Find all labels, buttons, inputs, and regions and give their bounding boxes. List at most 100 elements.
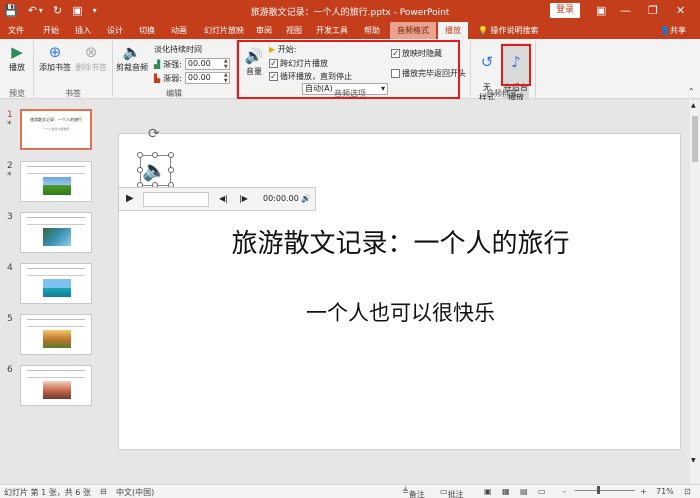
language-status[interactable]: 中文(中国): [116, 487, 154, 498]
audio-player-bar: ▶ ◀| |▶ 00:00.00 🔊: [118, 187, 316, 211]
tab-help[interactable]: 帮助: [360, 22, 384, 39]
zoom-out-button[interactable]: -: [563, 487, 566, 496]
slide-number: 3: [7, 212, 13, 222]
tab-developer[interactable]: 开发工具: [312, 22, 352, 39]
collapse-ribbon-icon[interactable]: ⌃: [688, 87, 695, 96]
slide-thumbnail-3[interactable]: [20, 212, 92, 253]
tab-home[interactable]: 开始: [38, 22, 64, 39]
group-separator: [112, 41, 113, 97]
tell-me-search[interactable]: 💡 操作说明搜索: [478, 22, 539, 39]
player-volume-icon[interactable]: 🔊: [301, 194, 311, 203]
share-button[interactable]: 👤共享: [660, 22, 686, 39]
status-bar: 幻灯片 第 1 张，共 6 张 ⊟ 中文(中国) ≜ 备注 ▭ 批注 ▣ ▦ ▤…: [0, 484, 700, 498]
lightbulb-icon: 💡: [478, 26, 488, 35]
window-title: 旅游散文记录：一个人的旅行.pptx - PowerPoint: [250, 8, 450, 18]
no-style-icon: ↺: [480, 53, 494, 71]
audio-progress-track[interactable]: [143, 192, 209, 207]
thumb-road-image: [43, 381, 71, 399]
group-separator: [535, 41, 536, 97]
resize-handle[interactable]: [168, 152, 174, 158]
spellcheck-icon[interactable]: ⊟: [100, 487, 107, 496]
remove-bookmark-button[interactable]: ⊗ 删除书签: [74, 43, 108, 73]
resize-handle[interactable]: [137, 152, 143, 158]
slideshow-view-icon[interactable]: ▭: [538, 487, 546, 496]
person-icon: 👤: [660, 26, 670, 35]
slide-number: 2: [7, 161, 13, 171]
player-play-icon[interactable]: ▶: [126, 193, 134, 204]
reading-view-icon[interactable]: ▤: [520, 487, 528, 496]
group-bookmarks-label: 书签: [65, 89, 81, 98]
tab-animations[interactable]: 动画: [166, 22, 192, 39]
slide-title[interactable]: 旅游散文记录：一个人的旅行: [119, 223, 682, 260]
player-forward-icon[interactable]: |▶: [239, 194, 248, 203]
fade-in-icon: ▟: [154, 59, 161, 69]
tab-review[interactable]: 审阅: [252, 22, 276, 39]
slide-sorter-icon[interactable]: ▦: [502, 487, 510, 496]
zoom-level[interactable]: 71%: [656, 487, 674, 496]
zoom-in-button[interactable]: +: [640, 487, 647, 496]
scroll-up-icon[interactable]: ▲: [691, 102, 696, 109]
title-bar: 💾 ↶ ▾ ↻ ▣ ▾ 旅游散文记录：一个人的旅行.pptx - PowerPo…: [0, 0, 700, 22]
login-button[interactable]: 登录: [550, 3, 580, 18]
tab-insert[interactable]: 插入: [70, 22, 96, 39]
background-play-highlight: [501, 44, 531, 86]
remove-bookmark-icon: ⊗: [84, 43, 98, 61]
thumb-house-image: [43, 330, 71, 348]
close-button[interactable]: ✕: [676, 3, 685, 18]
slide-number: 4: [7, 263, 13, 273]
restore-button[interactable]: ❐: [648, 3, 658, 18]
slide-thumbnail-6[interactable]: [20, 365, 92, 406]
zoom-slider-track[interactable]: [575, 490, 635, 491]
play-preview-button[interactable]: ▶ 播放: [4, 43, 30, 73]
add-bookmark-button[interactable]: ⊕ 添加书签: [38, 43, 72, 73]
slide-number: 5: [7, 314, 13, 324]
group-preview-label: 预览: [9, 89, 25, 98]
scroll-down-icon[interactable]: ▼: [691, 457, 696, 464]
player-time: 00:00.00: [263, 194, 299, 203]
rotate-handle-icon[interactable]: ⟳: [148, 126, 160, 142]
slide-thumbnail-1[interactable]: 旅游散文记录：一个人的旅行 一个人也可以很快乐: [20, 109, 92, 150]
tab-view[interactable]: 视图: [282, 22, 306, 39]
comments-button[interactable]: ▭ 批注: [440, 487, 464, 498]
resize-handle[interactable]: [168, 167, 174, 173]
thumb-text-lines: [27, 319, 85, 327]
thumb-title: 旅游散文记录：一个人的旅行: [30, 117, 82, 122]
tab-slideshow[interactable]: 幻灯片放映: [200, 22, 248, 39]
current-slide[interactable]: 旅游散文记录：一个人的旅行 一个人也可以很快乐: [118, 133, 681, 450]
scrollbar-thumb[interactable]: [692, 116, 698, 162]
fade-in-input[interactable]: 00.00: [184, 58, 230, 70]
tab-design[interactable]: 设计: [102, 22, 128, 39]
fade-out-row: ▙ 渐弱: 00.00: [154, 72, 230, 84]
audio-options-highlight: [237, 40, 460, 99]
tab-playback[interactable]: 播放: [438, 22, 468, 39]
thumb-text-lines: [27, 370, 85, 378]
fade-out-icon: ▙: [154, 73, 161, 83]
thumb-text-lines: [27, 217, 85, 225]
resize-handle[interactable]: [137, 167, 143, 173]
zoom-slider-handle[interactable]: [597, 486, 600, 494]
tab-audio-format[interactable]: 音频格式: [390, 22, 436, 39]
slide-subtitle[interactable]: 一个人也可以很快乐: [119, 297, 682, 327]
slide-thumbnail-5[interactable]: [20, 314, 92, 355]
minimize-button[interactable]: —: [620, 3, 631, 18]
group-separator: [33, 41, 34, 97]
resize-handle[interactable]: [152, 152, 158, 158]
ribbon-display-icon[interactable]: ▣: [596, 3, 606, 18]
slide-number: 1: [7, 110, 13, 120]
slide-animation-marker: *: [7, 120, 12, 130]
normal-view-icon[interactable]: ▣: [484, 487, 492, 496]
fade-out-input[interactable]: 00.00: [184, 72, 230, 84]
trim-audio-button[interactable]: 🔈 剪裁音频: [114, 43, 150, 73]
notes-button[interactable]: ≜ 备注: [402, 487, 425, 498]
fade-duration-title: 淡化持续时间: [154, 45, 202, 54]
add-bookmark-icon: ⊕: [48, 43, 62, 61]
group-editing-label: 编辑: [166, 89, 182, 98]
speaker-icon[interactable]: 🔈: [142, 157, 167, 183]
play-icon: ▶: [11, 43, 23, 61]
tab-file[interactable]: 文件: [4, 22, 28, 39]
slide-thumbnail-2[interactable]: [20, 161, 92, 202]
fit-slide-icon[interactable]: ⊡: [684, 487, 691, 496]
slide-thumbnail-4[interactable]: [20, 263, 92, 304]
player-back-icon[interactable]: ◀|: [219, 194, 228, 203]
tab-transitions[interactable]: 切换: [134, 22, 160, 39]
